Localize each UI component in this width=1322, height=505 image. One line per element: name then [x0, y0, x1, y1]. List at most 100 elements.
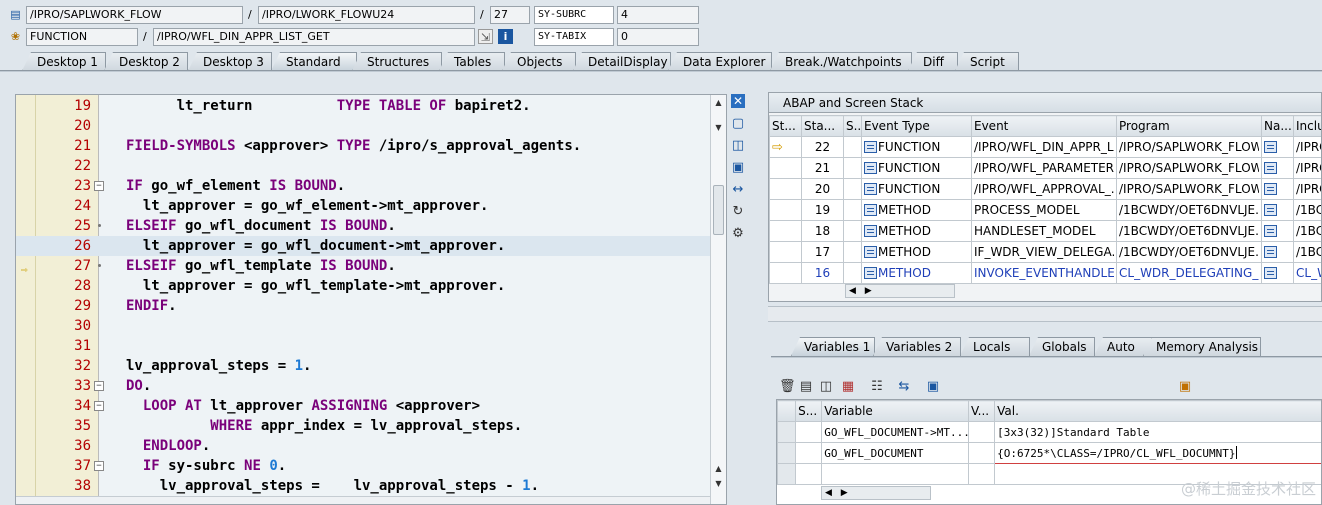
swap-tool-icon[interactable]: ◫: [729, 137, 747, 155]
include-cell[interactable]: /1BC: [1293, 199, 1321, 221]
program-cell[interactable]: /1BCWDY/OET6DNVLJE...: [1116, 241, 1262, 263]
navigate-icon[interactable]: [1264, 246, 1277, 258]
current-marker-cell[interactable]: ⇨: [769, 136, 802, 158]
current-marker-cell[interactable]: [769, 178, 802, 200]
code-line[interactable]: 26 lt_approver = go_wfl_document->mt_app…: [16, 236, 710, 256]
col-header-status[interactable]: S...: [795, 400, 823, 422]
stack-level-cell[interactable]: 20: [801, 178, 844, 200]
col-header-st[interactable]: St...: [769, 115, 802, 137]
tab-structures[interactable]: Structures: [352, 52, 442, 71]
new-variable-icon[interactable]: ▤: [798, 379, 814, 395]
stack-level-cell[interactable]: 22: [801, 136, 844, 158]
info-icon[interactable]: i: [498, 29, 513, 44]
tab-standard[interactable]: Standard: [271, 52, 357, 71]
stack-type-icon-cell[interactable]: [843, 220, 862, 242]
current-marker-cell[interactable]: [769, 199, 802, 221]
scroll-left-icon[interactable]: ◀: [825, 488, 832, 498]
code-line[interactable]: 35 WHERE appr_index = lv_approval_steps.: [16, 416, 710, 436]
navigate-icon[interactable]: [1264, 141, 1277, 153]
tab-breakpoints[interactable]: Break./Watchpoints: [770, 52, 912, 71]
source-editor[interactable]: 19 lt_return TYPE TABLE OF bapiret2. 20 21…: [15, 94, 727, 505]
navigate-icon[interactable]: [1264, 183, 1277, 195]
current-marker-cell[interactable]: [769, 220, 802, 242]
delete-icon[interactable]: 🗑: [779, 379, 796, 395]
code-line[interactable]: 23− IF go_wf_element IS BOUND.: [16, 176, 710, 196]
code-line[interactable]: 34− LOOP AT lt_approver ASSIGNING <appro…: [16, 396, 710, 416]
navigate-icon[interactable]: [1264, 267, 1277, 279]
table-row[interactable]: ⇨ 22 FUNCTION/IPRO/WFL_DIN_APPR_L.../IPRO/…: [769, 136, 1321, 158]
tab-tables[interactable]: Tables: [439, 52, 505, 71]
col-header-navigate[interactable]: Na...: [1261, 115, 1294, 137]
scroll-thumb[interactable]: [713, 185, 724, 235]
navigate-cell[interactable]: [1261, 262, 1294, 284]
event-cell[interactable]: INVOKE_EVENTHANDLER: [971, 262, 1117, 284]
fold-toggle-icon[interactable]: −: [94, 381, 104, 391]
row-selector[interactable]: [777, 463, 797, 485]
stack-level-cell[interactable]: 18: [801, 220, 844, 242]
tab-desktop-2[interactable]: Desktop 2: [104, 52, 188, 71]
navigate-icon[interactable]: [1264, 225, 1277, 237]
stack-type-icon-cell[interactable]: [843, 136, 862, 158]
main-program-field[interactable]: /IPRO/SAPLWORK_FLOW: [26, 6, 243, 24]
editor-vertical-scrollbar[interactable]: ▲ ▼ ▲ ▼: [710, 95, 726, 504]
event-type-cell[interactable]: FUNCTION: [861, 136, 972, 158]
col-header-view[interactable]: V...: [967, 400, 996, 422]
scroll-down-icon[interactable]: ▼: [713, 122, 724, 133]
event-type-field[interactable]: FUNCTION: [26, 28, 138, 46]
stack-type-icon-cell[interactable]: [843, 262, 862, 284]
program-cell[interactable]: CL_WDR_DELEGATING_...: [1116, 262, 1262, 284]
navigate-icon[interactable]: [1264, 162, 1277, 174]
tab-globals[interactable]: Globals: [1029, 337, 1095, 356]
col-header-value[interactable]: Val.: [994, 400, 1321, 422]
scroll-right-icon[interactable]: ▶: [841, 488, 848, 498]
services-icon[interactable]: ⚙: [729, 225, 747, 243]
event-cell[interactable]: IF_WDR_VIEW_DELEGA...: [971, 241, 1117, 263]
navigate-cell[interactable]: [1261, 241, 1294, 263]
program-cell[interactable]: /IPRO/SAPLWORK_FLOW: [1116, 136, 1262, 158]
program-cell[interactable]: /1BCWDY/OET6DNVLJE...: [1116, 199, 1262, 221]
code-line[interactable]: 20: [16, 116, 710, 136]
program-cell[interactable]: /IPRO/SAPLWORK_FLOW: [1116, 178, 1262, 200]
sys-field-value-1[interactable]: 4: [617, 6, 699, 24]
resize-icon[interactable]: ↔: [729, 181, 747, 199]
scroll-up-icon[interactable]: ▲: [713, 463, 724, 474]
stack-type-icon-cell[interactable]: [843, 241, 862, 263]
include-field[interactable]: /IPRO/LWORK_FLOWU24: [258, 6, 475, 24]
code-line[interactable]: 28 lt_approver = go_wfl_template->mt_app…: [16, 276, 710, 296]
col-header-stack-level[interactable]: Sta...: [801, 115, 844, 137]
table-row[interactable]: 21 FUNCTION/IPRO/WFL_PARAMETER... /IPRO/SA…: [769, 157, 1321, 179]
maximize-icon[interactable]: ▣: [729, 159, 747, 177]
code-line[interactable]: 22: [16, 156, 710, 176]
navigate-cell[interactable]: [1261, 157, 1294, 179]
transfer-icon[interactable]: ⇆: [896, 379, 912, 395]
code-line[interactable]: 30: [16, 316, 710, 336]
table-row[interactable]: 18 METHOD HANDLESET_MODEL/1BCWDY/OET6DNVLJ…: [769, 220, 1321, 242]
sys-field-value-2[interactable]: 0: [617, 28, 699, 46]
code-line[interactable]: 21 FIELD-SYMBOLS <approver> TYPE /ipro/s_…: [16, 136, 710, 156]
code-line[interactable]: 38 lv_approval_steps = lv_approval_steps…: [16, 476, 710, 496]
stack-type-icon-cell[interactable]: [843, 199, 862, 221]
variable-name-cell[interactable]: [821, 463, 969, 485]
event-cell[interactable]: PROCESS_MODEL: [971, 199, 1117, 221]
table-row[interactable]: 19 METHOD PROCESS_MODEL/1BCWDY/OET6DNVLJE.…: [769, 199, 1321, 221]
code-line[interactable]: 31: [16, 336, 710, 356]
stack-level-cell[interactable]: 16: [801, 262, 844, 284]
col-header-event-type[interactable]: Event Type: [861, 115, 972, 137]
tab-variables-1[interactable]: Variables 1: [791, 337, 875, 356]
col-header-event[interactable]: Event: [971, 115, 1117, 137]
event-type-cell[interactable]: FUNCTION: [861, 157, 972, 179]
event-type-cell[interactable]: METHOD: [861, 199, 972, 221]
program-cell[interactable]: /IPRO/SAPLWORK_FLOW: [1116, 157, 1262, 179]
table-row[interactable]: 20 FUNCTION/IPRO/WFL_APPROVAL_... /IPRO/SA…: [769, 178, 1321, 200]
program-cell[interactable]: /1BCWDY/OET6DNVLJE...: [1116, 220, 1262, 242]
stack-level-cell[interactable]: 21: [801, 157, 844, 179]
col-header-program[interactable]: Program: [1116, 115, 1262, 137]
stack-type-icon-cell[interactable]: [843, 157, 862, 179]
table-row[interactable]: GO_WFL_DOCUMENT {O:6725*\CLASS=/IPRO/CL_…: [777, 442, 1321, 464]
tab-locals[interactable]: Locals: [960, 337, 1030, 356]
include-cell[interactable]: /1BC: [1293, 220, 1321, 242]
col-header-include[interactable]: Inclu: [1293, 115, 1321, 137]
scroll-down-icon[interactable]: ▼: [713, 478, 724, 489]
include-cell[interactable]: /IPRO: [1293, 178, 1321, 200]
current-marker-cell[interactable]: [769, 241, 802, 263]
